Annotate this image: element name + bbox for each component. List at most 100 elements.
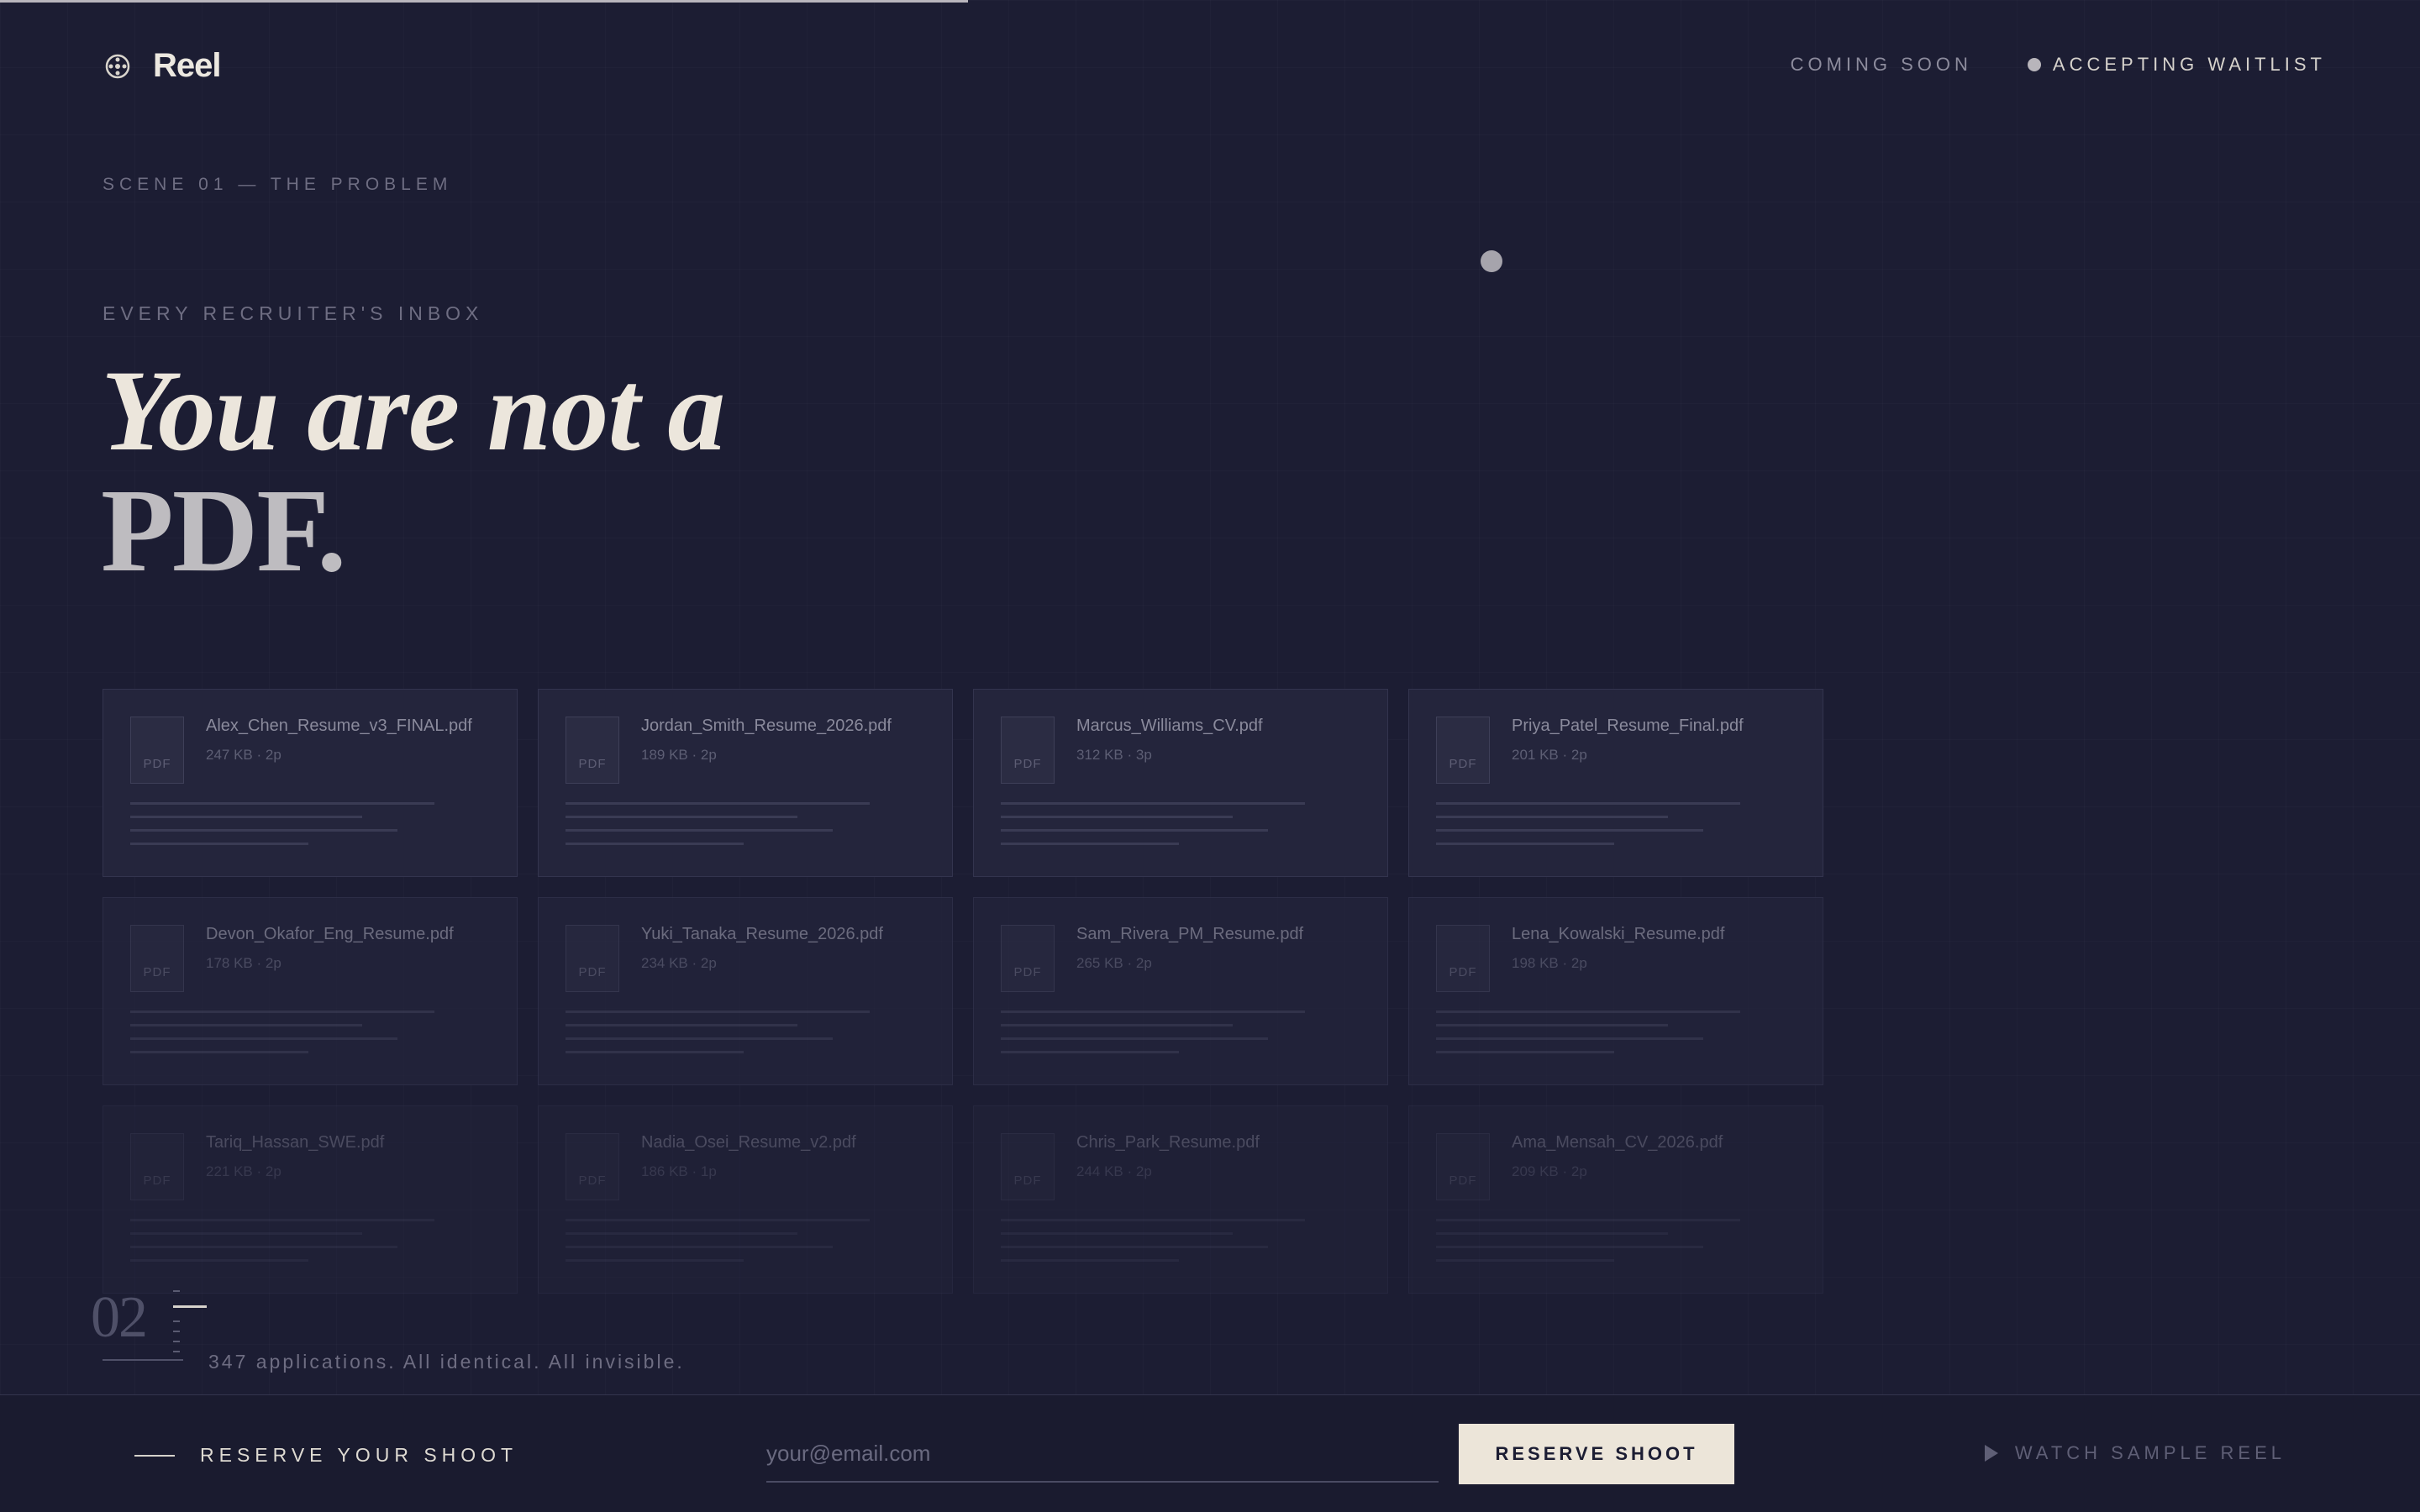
applications-caption: 347 applications. All identical. All inv… — [208, 1351, 685, 1373]
text-placeholder-line — [130, 1051, 308, 1053]
text-placeholder-line — [1001, 802, 1305, 805]
file-card[interactable]: PDF Ama_Mensah_CV_2026.pdf 209 KB · 2p — [1408, 1105, 1823, 1294]
file-name: Tariq_Hassan_SWE.pdf — [206, 1133, 385, 1152]
file-card[interactable]: PDF Sam_Rivera_PM_Resume.pdf 265 KB · 2p — [973, 897, 1388, 1085]
file-name: Marcus_Williams_CV.pdf — [1076, 717, 1263, 735]
pdf-file-icon: PDF — [1001, 717, 1055, 784]
file-name: Priya_Patel_Resume_Final.pdf — [1512, 717, 1744, 735]
text-placeholder-line — [1001, 1051, 1179, 1053]
file-name: Yuki_Tanaka_Resume_2026.pdf — [641, 925, 883, 943]
reserve-label: RESERVE YOUR SHOOT — [200, 1444, 518, 1466]
file-name: Devon_Okafor_Eng_Resume.pdf — [206, 925, 454, 943]
file-card[interactable]: PDF Chris_Park_Resume.pdf 244 KB · 2p — [973, 1105, 1388, 1294]
text-placeholder-line — [1436, 1011, 1740, 1013]
pdf-file-icon: PDF — [1001, 925, 1055, 992]
text-placeholder-line — [1001, 1259, 1179, 1262]
file-card[interactable]: PDF Alex_Chen_Resume_v3_FINAL.pdf 247 KB ·… — [103, 689, 518, 877]
text-placeholder-line — [130, 843, 308, 845]
file-meta: 234 KB · 2p — [641, 955, 717, 971]
file-name: Alex_Chen_Resume_v3_FINAL.pdf — [206, 717, 472, 735]
text-placeholder-line — [1436, 1232, 1668, 1235]
file-meta: 312 KB · 3p — [1076, 747, 1152, 763]
text-placeholder-line — [1436, 816, 1668, 818]
text-placeholder-line — [130, 1024, 362, 1026]
file-name: Nadia_Osei_Resume_v2.pdf — [641, 1133, 856, 1152]
film-reel-icon — [103, 51, 133, 81]
text-placeholder-line — [1436, 829, 1703, 832]
text-placeholder-line — [1001, 1037, 1268, 1040]
text-placeholder-line — [130, 816, 362, 818]
pdf-file-icon: PDF — [566, 925, 619, 992]
scene-tick — [173, 1331, 180, 1332]
file-card[interactable]: PDF Jordan_Smith_Resume_2026.pdf 189 KB · … — [538, 689, 953, 877]
text-placeholder-line — [130, 1259, 308, 1262]
file-meta: 221 KB · 2p — [206, 1163, 281, 1179]
text-placeholder-line — [1001, 1024, 1233, 1026]
text-placeholder-line — [130, 1219, 434, 1221]
pdf-file-icon: PDF — [1436, 925, 1490, 992]
file-name: Jordan_Smith_Resume_2026.pdf — [641, 717, 892, 735]
file-card[interactable]: PDF Nadia_Osei_Resume_v2.pdf 186 KB · 1p — [538, 1105, 953, 1294]
reserve-footer-bar: RESERVE YOUR SHOOT RESERVE SHOOT WATCH S… — [0, 1394, 2420, 1512]
text-placeholder-line — [1436, 802, 1740, 805]
header-nav: COMING SOON ACCEPTING WAITLIST — [1791, 54, 2326, 76]
text-placeholder-line — [566, 1024, 797, 1026]
scene-tick — [173, 1351, 180, 1352]
text-placeholder-line — [1001, 843, 1179, 845]
text-placeholder-line — [566, 1011, 870, 1013]
text-placeholder-line — [1001, 1232, 1233, 1235]
reserve-shoot-button[interactable]: RESERVE SHOOT — [1459, 1424, 1734, 1484]
file-name: Chris_Park_Resume.pdf — [1076, 1133, 1260, 1152]
text-placeholder-line — [1436, 1037, 1703, 1040]
text-placeholder-line — [566, 1219, 870, 1221]
file-meta: 247 KB · 2p — [206, 747, 281, 763]
play-icon — [1984, 1445, 1998, 1462]
text-placeholder-line — [1436, 1246, 1703, 1248]
pdf-file-icon: PDF — [130, 925, 184, 992]
watch-sample-reel-link[interactable]: WATCH SAMPLE REEL — [1984, 1442, 2286, 1464]
file-meta: 189 KB · 2p — [641, 747, 717, 763]
scene-tick — [173, 1320, 180, 1322]
headline-line-1: You are not a — [101, 346, 725, 475]
waitlist-label: ACCEPTING WAITLIST — [2052, 54, 2326, 75]
dash-icon — [134, 1454, 175, 1457]
file-name: Sam_Rivera_PM_Resume.pdf — [1076, 925, 1304, 943]
text-placeholder-line — [1436, 1259, 1614, 1262]
headline-line-2: PDF. — [101, 464, 346, 596]
text-placeholder-line — [1436, 843, 1614, 845]
scene-tick-active — [173, 1305, 207, 1308]
cursor-dot — [1481, 250, 1502, 272]
text-placeholder-line — [1001, 829, 1268, 832]
status-dot-icon — [2027, 58, 2041, 71]
counter-underline — [103, 1359, 183, 1361]
resume-file-grid: PDF Alex_Chen_Resume_v3_FINAL.pdf 247 KB ·… — [103, 689, 1823, 1294]
file-card[interactable]: PDF Yuki_Tanaka_Resume_2026.pdf 234 KB · 2… — [538, 897, 953, 1085]
file-name: Ama_Mensah_CV_2026.pdf — [1512, 1133, 1723, 1152]
file-card[interactable]: PDF Lena_Kowalski_Resume.pdf 198 KB · 2p — [1408, 897, 1823, 1085]
section-eyebrow: EVERY RECRUITER'S INBOX — [103, 302, 484, 324]
text-placeholder-line — [1436, 1219, 1740, 1221]
brand-logo[interactable]: Reel — [103, 47, 221, 85]
watch-sample-reel-label: WATCH SAMPLE REEL — [2014, 1442, 2286, 1463]
text-placeholder-line — [566, 1037, 833, 1040]
text-placeholder-line — [1436, 1024, 1668, 1026]
file-meta: 265 KB · 2p — [1076, 955, 1152, 971]
text-placeholder-line — [566, 1259, 744, 1262]
file-card[interactable]: PDF Tariq_Hassan_SWE.pdf 221 KB · 2p — [103, 1105, 518, 1294]
site-header: Reel COMING SOON ACCEPTING WAITLIST — [0, 0, 2420, 134]
file-card[interactable]: PDF Marcus_Williams_CV.pdf 312 KB · 3p — [973, 689, 1388, 877]
text-placeholder-line — [1436, 1051, 1614, 1053]
text-placeholder-line — [566, 829, 833, 832]
pdf-file-icon: PDF — [566, 1133, 619, 1200]
file-meta: 198 KB · 2p — [1512, 955, 1587, 971]
email-field[interactable] — [766, 1429, 1439, 1483]
reserve-label-group: RESERVE YOUR SHOOT — [134, 1444, 518, 1467]
text-placeholder-line — [130, 1246, 397, 1248]
scene-label: SCENE 01 — THE PROBLEM — [103, 175, 453, 194]
file-card[interactable]: PDF Priya_Patel_Resume_Final.pdf 201 KB · … — [1408, 689, 1823, 877]
file-card[interactable]: PDF Devon_Okafor_Eng_Resume.pdf 178 KB · 2… — [103, 897, 518, 1085]
text-placeholder-line — [130, 802, 434, 805]
waitlist-status[interactable]: ACCEPTING WAITLIST — [2027, 54, 2326, 76]
brand-name: Reel — [153, 47, 221, 84]
text-placeholder-line — [1001, 1219, 1305, 1221]
